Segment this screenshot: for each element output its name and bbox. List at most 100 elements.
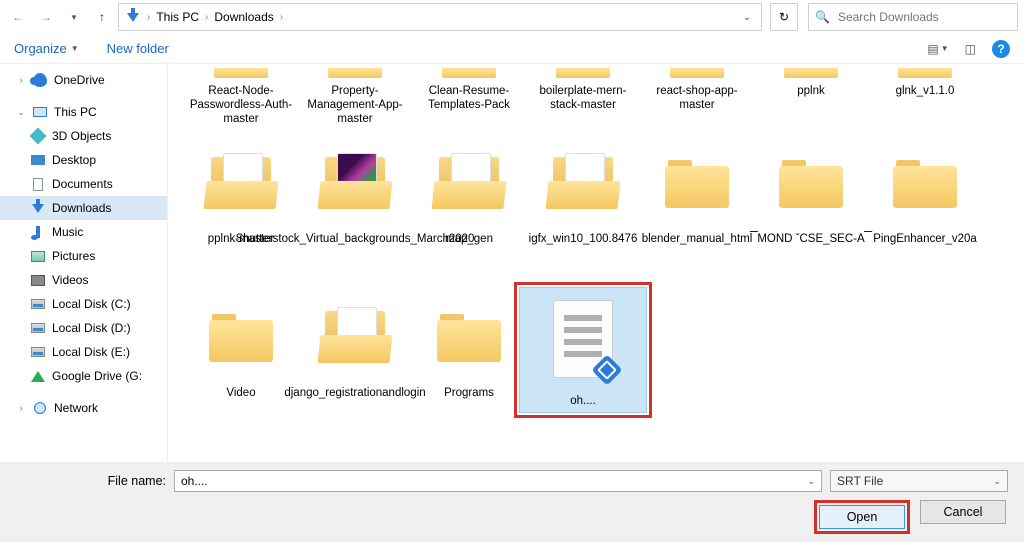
- search-box[interactable]: 🔍: [808, 3, 1018, 31]
- folder-item[interactable]: _ MOND ˇCSE_SEC-A _: [754, 132, 868, 280]
- sidebar-label: Network: [54, 401, 98, 415]
- cancel-label: Cancel: [944, 505, 983, 519]
- folder-item[interactable]: Video: [184, 286, 298, 434]
- file-type-select[interactable]: SRT File ⌄: [830, 470, 1008, 492]
- folder-item[interactable]: react-shop-app-master: [640, 64, 754, 126]
- preview-pane-button[interactable]: ◫: [965, 42, 976, 56]
- sidebar-3d-objects[interactable]: 3D Objects: [0, 124, 167, 148]
- organize-menu[interactable]: Organize ▼: [14, 41, 79, 56]
- folder-item[interactable]: PingEnhancer_v20a: [868, 132, 982, 280]
- breadcrumb-this-pc[interactable]: This PC: [156, 10, 199, 24]
- folder-icon: [214, 68, 268, 78]
- expand-icon[interactable]: ›: [16, 75, 26, 85]
- folder-item[interactable]: Clean-Resume-Templates-Pack: [412, 64, 526, 126]
- network-icon: [32, 400, 48, 416]
- folder-icon: [665, 154, 729, 208]
- folder-icon: [209, 308, 273, 362]
- refresh-button[interactable]: ↻: [770, 3, 798, 31]
- file-grid[interactable]: React-Node-Passwordless-Auth-master Prop…: [168, 64, 1024, 462]
- downloads-icon: [30, 200, 46, 216]
- file-label: oh....: [520, 388, 646, 408]
- nav-recent-dropdown[interactable]: ▼: [62, 5, 86, 29]
- open-label: Open: [847, 510, 878, 524]
- sidebar-google-drive[interactable]: Google Drive (G:: [0, 364, 167, 388]
- sidebar-pictures[interactable]: Pictures: [0, 244, 167, 268]
- folder-item[interactable]: Programs: [412, 286, 526, 434]
- sidebar-downloads[interactable]: Downloads: [0, 196, 167, 220]
- music-icon: [30, 224, 46, 240]
- address-dropdown-icon[interactable]: ⌄: [739, 12, 755, 23]
- search-icon: 🔍: [815, 10, 830, 24]
- sidebar-videos[interactable]: Videos: [0, 268, 167, 292]
- sidebar-label: Local Disk (C:): [52, 297, 131, 311]
- folder-item[interactable]: django_registrationandlogin: [298, 286, 412, 434]
- dialog-bottom-panel: File name: oh.... ⌄ SRT File ⌄ Open Canc…: [0, 462, 1024, 542]
- sidebar-label: 3D Objects: [52, 129, 111, 143]
- folder-item[interactable]: Shutterstock_Virtual_backgrounds_March20…: [298, 132, 412, 280]
- sidebar-documents[interactable]: Documents: [0, 172, 167, 196]
- sidebar-local-disk-e[interactable]: Local Disk (E:): [0, 340, 167, 364]
- file-label: pplnk: [797, 82, 825, 98]
- chevron-down-icon[interactable]: ⌄: [993, 476, 1001, 487]
- file-label: Property-Management-App-master: [298, 82, 412, 124]
- file-label: Video: [226, 384, 255, 400]
- sidebar-this-pc[interactable]: ⌄ This PC: [0, 100, 167, 124]
- file-label: django_registrationandlogin: [284, 384, 425, 400]
- file-item-selected[interactable]: oh....: [526, 286, 640, 434]
- sidebar-label: Google Drive (G:: [52, 369, 142, 383]
- breadcrumb-downloads[interactable]: Downloads: [214, 10, 273, 24]
- sidebar-onedrive[interactable]: › OneDrive: [0, 68, 167, 92]
- chevron-down-icon: ▼: [941, 44, 949, 53]
- cancel-button[interactable]: Cancel: [920, 500, 1006, 524]
- sidebar-network[interactable]: › Network: [0, 396, 167, 420]
- nav-back-button[interactable]: ←: [6, 5, 30, 29]
- expand-icon[interactable]: ›: [16, 403, 26, 413]
- nav-forward-button[interactable]: →: [34, 5, 58, 29]
- help-button[interactable]: ?: [992, 40, 1010, 58]
- folder-item[interactable]: igfx_win10_100.8476: [526, 132, 640, 280]
- file-label: igfx_win10_100.8476: [529, 230, 638, 246]
- desktop-icon: [30, 152, 46, 168]
- sidebar-local-disk-d[interactable]: Local Disk (D:): [0, 316, 167, 340]
- cloud-icon: [32, 72, 48, 88]
- srt-file-icon: [553, 300, 613, 378]
- filename-input[interactable]: oh.... ⌄: [174, 470, 822, 492]
- cube-icon: [30, 128, 46, 144]
- search-input[interactable]: [836, 9, 1011, 25]
- collapse-icon[interactable]: ⌄: [16, 107, 26, 118]
- file-type-value: SRT File: [837, 474, 883, 488]
- folder-item[interactable]: glnk_v1.1.0: [868, 64, 982, 126]
- file-label: Clean-Resume-Templates-Pack: [412, 82, 526, 112]
- file-label: map_gen: [445, 230, 493, 246]
- address-bar[interactable]: › This PC › Downloads › ⌄: [118, 3, 762, 31]
- folder-item[interactable]: Property-Management-App-master: [298, 64, 412, 126]
- document-icon: [30, 176, 46, 192]
- folder-item[interactable]: pplnk-master: [184, 132, 298, 280]
- folder-icon: [670, 68, 724, 78]
- chevron-down-icon[interactable]: ⌄: [807, 476, 815, 487]
- folder-icon: [319, 307, 391, 363]
- folder-icon: [893, 154, 957, 208]
- folder-item[interactable]: map_gen: [412, 132, 526, 280]
- sidebar-label: Desktop: [52, 153, 96, 167]
- sidebar-label: Local Disk (D:): [52, 321, 131, 335]
- truncation-mark: _: [750, 216, 758, 232]
- nav-up-button[interactable]: ↑: [90, 5, 114, 29]
- folder-icon: [328, 68, 382, 78]
- google-drive-icon: [30, 368, 46, 384]
- sidebar-local-disk-c[interactable]: Local Disk (C:): [0, 292, 167, 316]
- sidebar-label: OneDrive: [54, 73, 105, 87]
- folder-item[interactable]: pplnk: [754, 64, 868, 126]
- breadcrumb-sep-icon: ›: [147, 12, 150, 23]
- new-folder-button[interactable]: New folder: [107, 41, 169, 56]
- folder-item[interactable]: boilerplate-mern-stack-master: [526, 64, 640, 126]
- sidebar-label: Music: [52, 225, 83, 239]
- folder-item[interactable]: blender_manual_html: [640, 132, 754, 280]
- view-mode-button[interactable]: ▤▼: [927, 42, 948, 56]
- folder-item[interactable]: React-Node-Passwordless-Auth-master: [184, 64, 298, 126]
- sidebar-music[interactable]: Music: [0, 220, 167, 244]
- folder-icon: [433, 153, 505, 209]
- sidebar-desktop[interactable]: Desktop: [0, 148, 167, 172]
- file-label: boilerplate-mern-stack-master: [526, 82, 640, 112]
- open-button[interactable]: Open: [819, 505, 905, 529]
